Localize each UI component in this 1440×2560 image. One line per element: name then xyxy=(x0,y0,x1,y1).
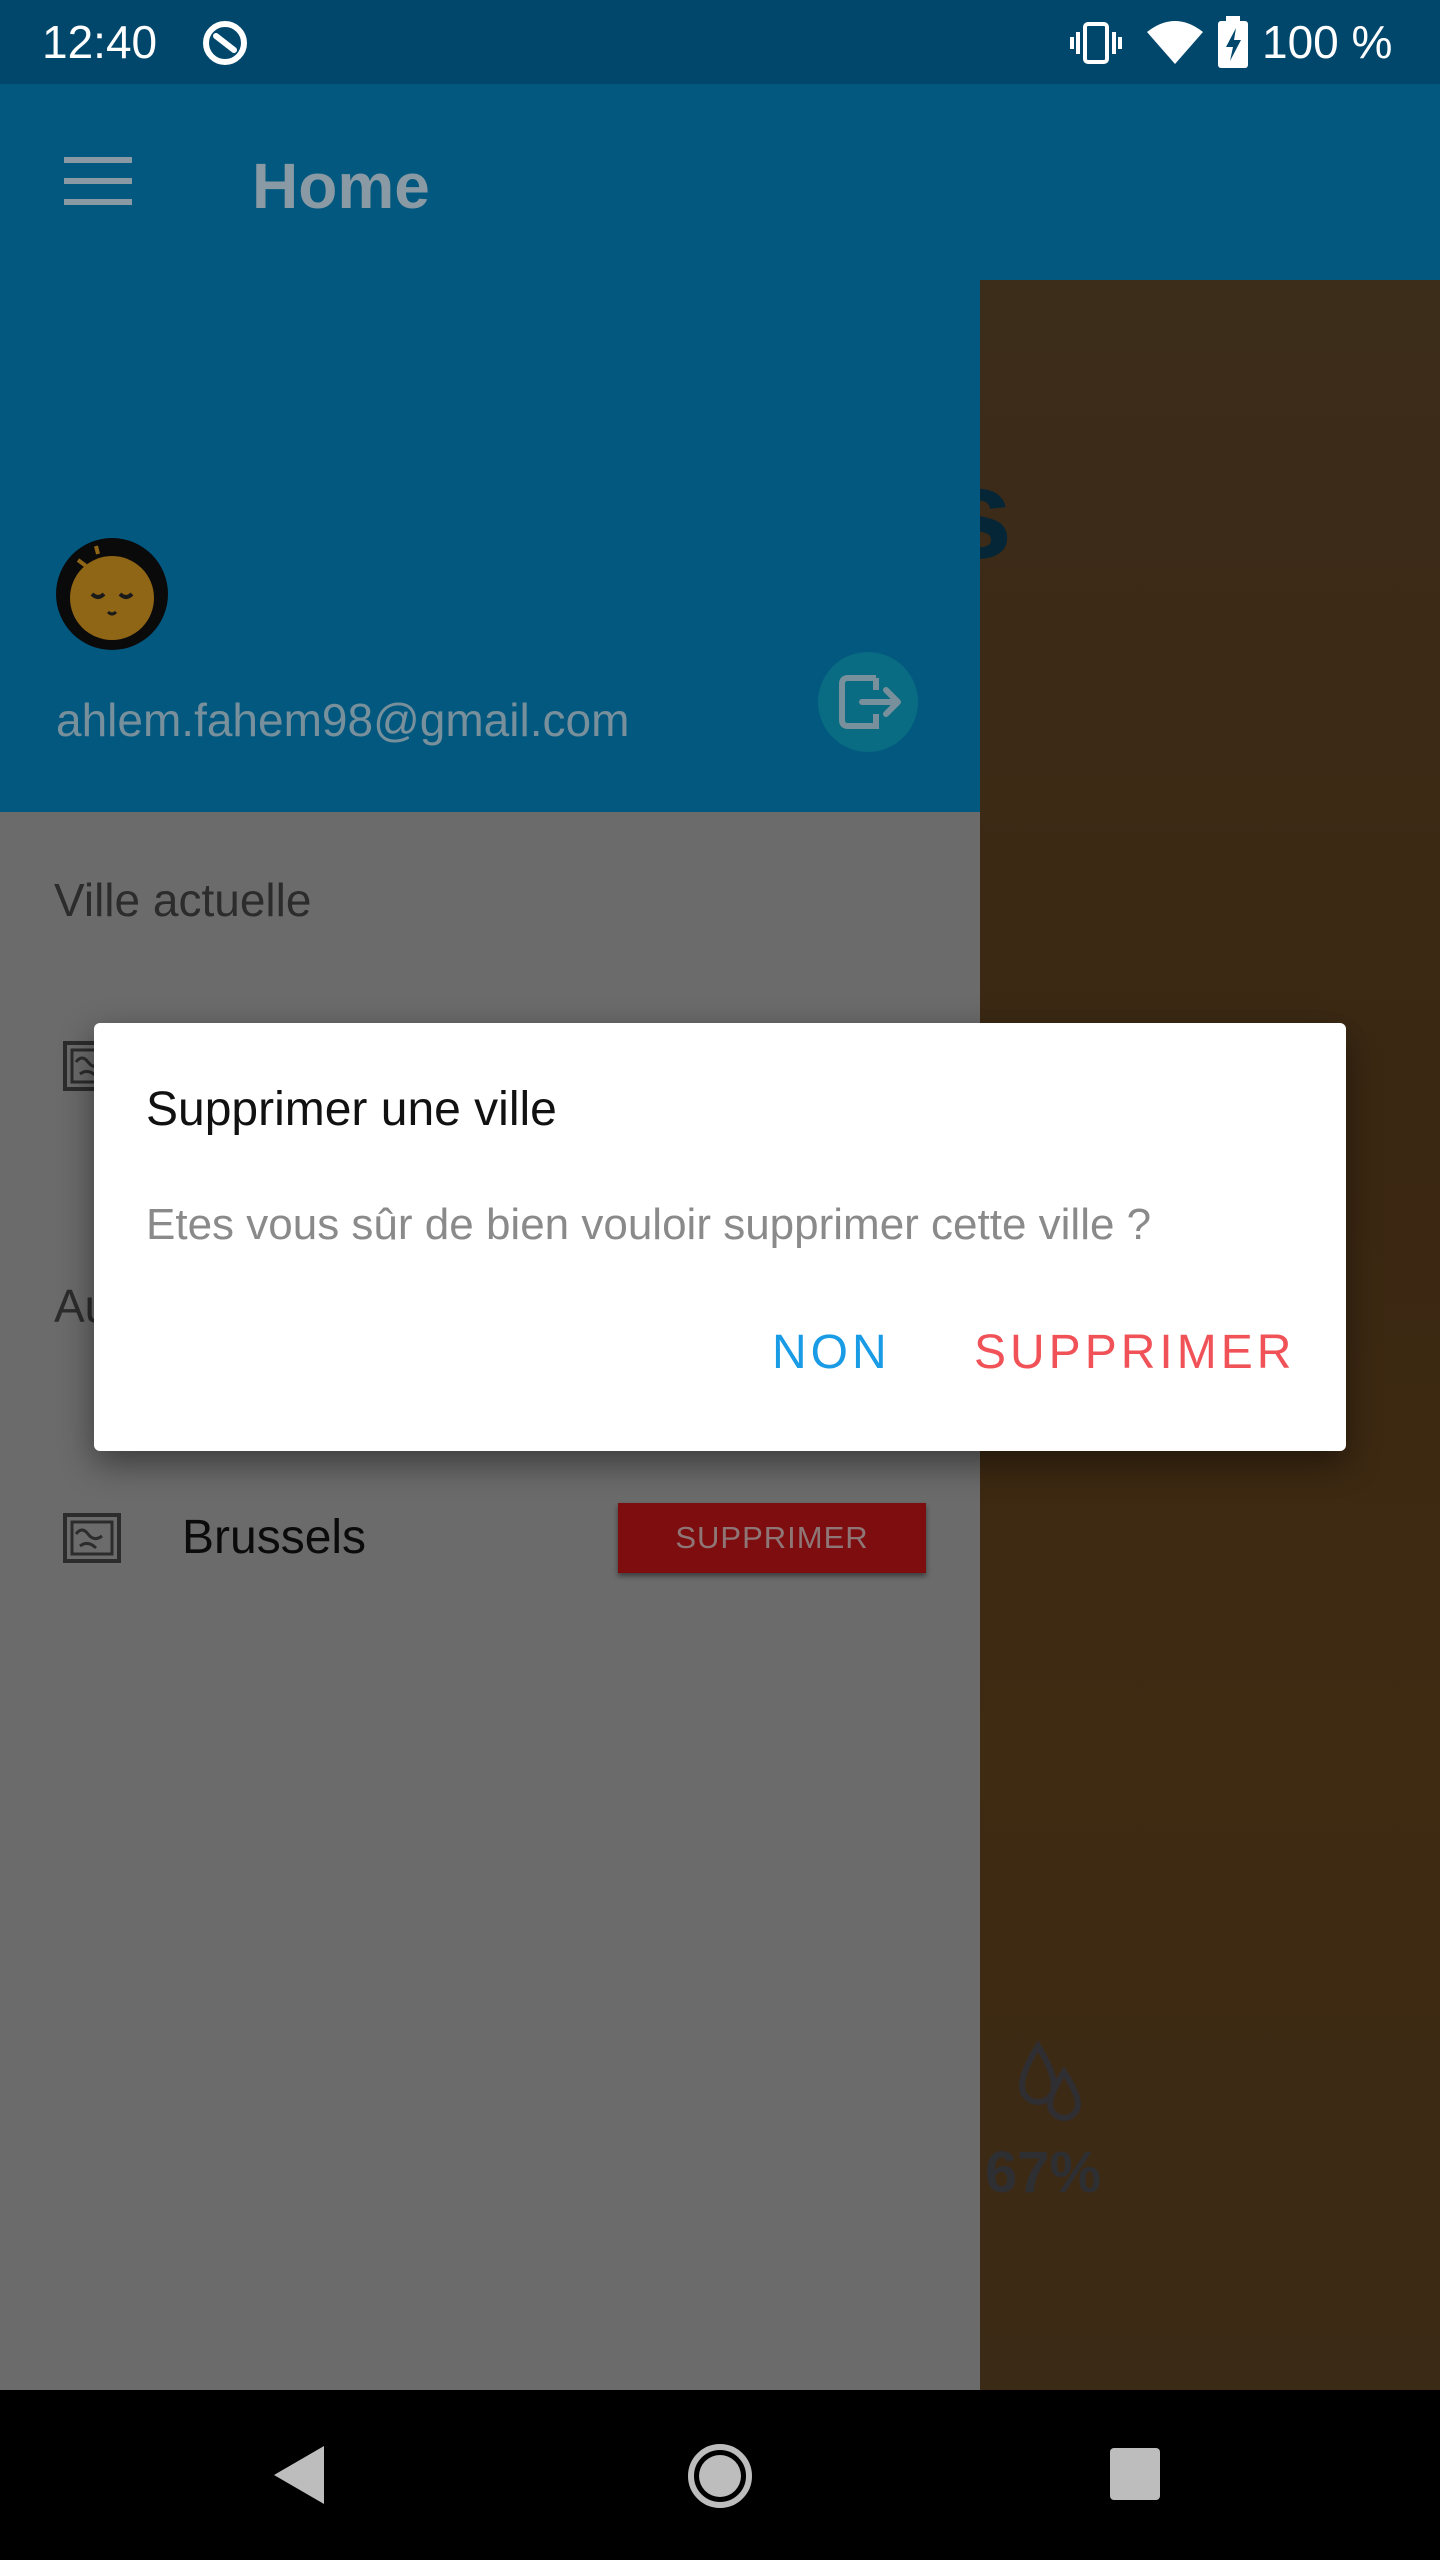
menu-icon[interactable] xyxy=(64,155,132,207)
city-name[interactable]: Brussels xyxy=(182,1508,366,1568)
logout-icon xyxy=(839,675,901,729)
app-title: Home xyxy=(252,150,430,222)
recents-icon[interactable] xyxy=(1108,2446,1162,2502)
battery-charging-icon xyxy=(1218,16,1248,68)
confirm-delete-button[interactable]: SUPPRIMER xyxy=(960,1322,1309,1384)
delete-city-button[interactable]: SUPPRIMER xyxy=(618,1503,926,1573)
avatar xyxy=(56,538,168,650)
dialog-title: Supprimer une ville xyxy=(146,1083,557,1136)
app-bar xyxy=(0,84,1440,280)
cancel-button[interactable]: NON xyxy=(758,1322,905,1384)
humidity-value: 67% xyxy=(985,2140,1102,2205)
data-saver-icon xyxy=(203,21,247,65)
dialog-message: Etes vous sûr de bien vouloir supprimer … xyxy=(146,1200,1152,1249)
user-email: ahlem.fahem98@gmail.com xyxy=(56,694,630,746)
vibrate-icon xyxy=(1070,22,1122,64)
back-icon[interactable] xyxy=(268,2442,328,2508)
wifi-icon xyxy=(1147,21,1203,64)
status-time: 12:40 xyxy=(42,16,158,68)
map-icon xyxy=(63,1513,121,1563)
humidity-icon xyxy=(1018,2040,1082,2121)
home-icon[interactable] xyxy=(686,2442,754,2510)
battery-percent: 100 % xyxy=(1262,16,1393,68)
section-header-current-city: Ville actuelle xyxy=(54,874,312,926)
